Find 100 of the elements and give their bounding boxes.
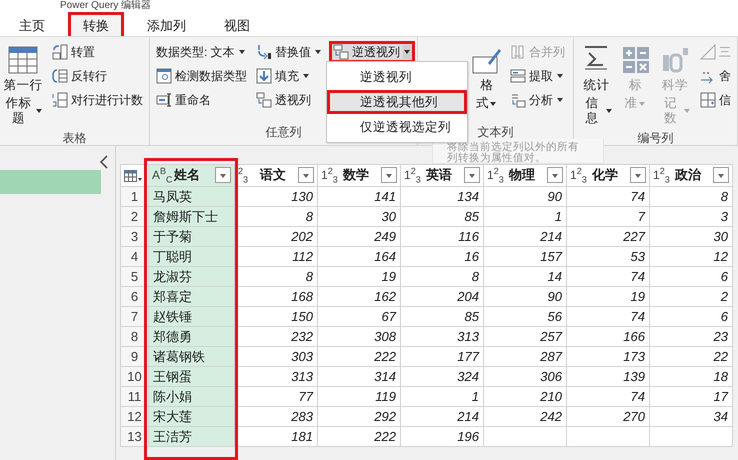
ribbon-button[interactable]: 提取 xyxy=(507,65,568,87)
table-cell: 22 xyxy=(650,346,732,366)
column-header[interactable]: 姓名 xyxy=(174,166,211,184)
fill-down-icon xyxy=(256,68,272,84)
table-cell: 8 xyxy=(650,186,732,206)
table-cell: 丁聪明 xyxy=(148,246,234,266)
table-cell: 53 xyxy=(566,246,650,266)
table-icon xyxy=(8,45,38,75)
table-cell: 67 xyxy=(318,306,400,326)
group-label: 任意列 xyxy=(266,124,302,141)
table-cell: 23 xyxy=(650,326,732,346)
table-cell: 赵铁锤 xyxy=(148,306,234,326)
table-menu-icon[interactable] xyxy=(124,168,142,182)
replace-icon xyxy=(256,44,272,60)
menu-item[interactable]: 仅逆透视选定列 xyxy=(327,115,467,139)
table-cell: 19 xyxy=(566,286,650,306)
table-cell: 157 xyxy=(484,246,566,266)
ribbon-tab[interactable]: 转换 xyxy=(68,12,124,36)
table-cell: 306 xyxy=(484,366,566,386)
ribbon-button[interactable]: 检测数据类型 xyxy=(153,65,250,87)
column-header[interactable]: 化学 xyxy=(592,166,626,184)
merge-icon xyxy=(510,44,526,60)
table-cell: 詹姆斯下士 xyxy=(148,206,234,226)
column-header[interactable]: 语文 xyxy=(260,166,294,184)
table-cell: 2 xyxy=(650,286,732,306)
filter-button[interactable] xyxy=(381,167,397,184)
table-cell: 249 xyxy=(318,226,400,246)
filter-button[interactable] xyxy=(630,167,646,184)
table-cell: 141 xyxy=(318,186,400,206)
window-title: Power Query 编辑器 xyxy=(59,0,152,12)
table-cell: 74 xyxy=(566,386,650,406)
filter-button[interactable] xyxy=(464,167,480,184)
table-cell: 173 xyxy=(566,346,650,366)
group-label: 编号列 xyxy=(638,130,674,145)
ribbon-button[interactable]: 分析 xyxy=(507,89,568,111)
group-label: 表格 xyxy=(62,130,86,145)
column-header[interactable]: 英语 xyxy=(426,166,460,184)
table-cell: 于予菊 xyxy=(148,226,234,246)
table-cell: 85 xyxy=(400,206,484,226)
calculator-icon xyxy=(620,45,650,75)
ribbon-button[interactable]: 透视列 xyxy=(253,89,326,111)
ribbon-button[interactable]: 逆透视列 xyxy=(329,41,415,63)
table-cell: 6 xyxy=(650,266,732,286)
table-cell: 166 xyxy=(566,326,650,346)
table-cell: 196 xyxy=(400,426,484,446)
filter-button[interactable] xyxy=(298,167,314,184)
table-cell: 210 xyxy=(484,386,566,406)
table-cell: 龙淑芬 xyxy=(148,266,234,286)
table-cell: 30 xyxy=(650,226,732,246)
table-cell: 56 xyxy=(484,306,566,326)
filter-button[interactable] xyxy=(215,167,231,184)
ribbon-button[interactable]: 重命名 xyxy=(153,89,250,111)
menu-item[interactable]: 逆透视列 xyxy=(327,65,467,89)
ribbon-button[interactable]: 替换值 xyxy=(253,41,326,63)
transpose-icon xyxy=(52,44,68,60)
table-cell: 王钢蛋 xyxy=(148,366,234,386)
ribbon-button[interactable]: 反转行 xyxy=(49,65,146,87)
table-cell: 314 xyxy=(318,366,400,386)
table-cell: 116 xyxy=(400,226,484,246)
tooltip-text: 列转换为属性值对。 xyxy=(447,152,547,163)
ribbon-button[interactable]: 格 式 xyxy=(470,41,504,124)
table-cell: 292 xyxy=(318,406,400,426)
table-cell: 90 xyxy=(484,286,566,306)
detect-type-icon xyxy=(156,68,172,84)
table-cell: 85 xyxy=(400,306,484,326)
table-cell: 3 xyxy=(650,206,732,226)
table-cell: 287 xyxy=(484,346,566,366)
table-cell: 162 xyxy=(318,286,400,306)
table-cell: 18 xyxy=(650,366,732,386)
ribbon-button[interactable]: 数据类型: 文本 xyxy=(153,41,250,63)
menu-item[interactable]: 逆透视其他列 xyxy=(327,90,467,114)
ribbon-button[interactable]: 统计 信息 xyxy=(577,41,616,130)
table-cell: 8 xyxy=(400,266,484,286)
filter-button[interactable] xyxy=(547,167,563,184)
ribbon-button[interactable]: 填充 xyxy=(253,65,326,87)
filter-button[interactable] xyxy=(713,167,729,184)
count-rows-icon xyxy=(52,92,68,108)
ribbon-button[interactable]: 第一行 作标题 xyxy=(0,41,46,130)
reverse-rows-icon xyxy=(52,68,68,84)
table-cell: 17 xyxy=(650,386,732,406)
ribbon-button[interactable]: 信 xyxy=(697,89,734,111)
table-cell: 34 xyxy=(650,406,732,426)
extract-icon xyxy=(510,68,526,84)
column-header[interactable]: 数学 xyxy=(343,166,377,184)
table-cell: 1 xyxy=(484,206,566,226)
column-header[interactable]: 物理 xyxy=(509,166,543,184)
collapse-icon[interactable] xyxy=(99,154,109,170)
table-cell: 90 xyxy=(484,186,566,206)
table-cell: 16 xyxy=(400,246,484,266)
table-cell: 陈小娟 xyxy=(148,386,234,406)
table-cell: 164 xyxy=(318,246,400,266)
ribbon-button[interactable]: 舍 xyxy=(697,65,734,87)
column-header[interactable]: 政治 xyxy=(675,166,709,184)
table-cell: 214 xyxy=(484,226,566,246)
ribbon-button[interactable]: 对行进行计数 xyxy=(49,89,146,111)
table-cell: 74 xyxy=(566,266,650,286)
table-cell: 王洁芳 xyxy=(148,426,234,446)
table-cell: 6 xyxy=(650,306,732,326)
ribbon-button[interactable]: 转置 xyxy=(49,41,146,63)
pivot-icon xyxy=(256,92,272,108)
